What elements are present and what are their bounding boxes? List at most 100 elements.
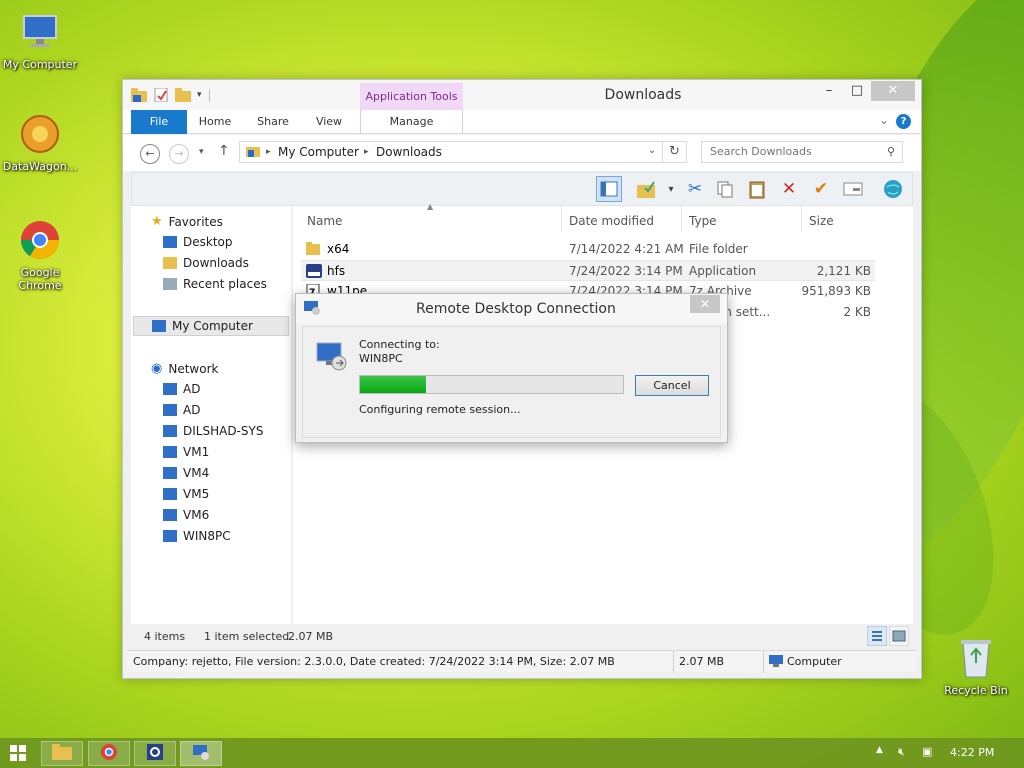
forward-button[interactable]: → — [169, 144, 189, 164]
nav-favorites[interactable]: ★ Favorites — [151, 214, 223, 229]
address-dropdown-icon[interactable]: ⌄ — [648, 145, 656, 156]
desktop-icon-chrome[interactable]: Google Chrome — [0, 218, 80, 292]
properties-pane-icon[interactable] — [840, 176, 866, 202]
quick-access-toolbar: ▾ | — [131, 87, 212, 103]
column-header-date[interactable]: Date modified — [569, 214, 654, 228]
network-computer-icon — [163, 446, 177, 458]
large-icons-view-icon[interactable] — [889, 626, 909, 646]
qat-dropdown-icon[interactable]: ▾ — [197, 90, 202, 100]
tab-view[interactable]: View — [303, 110, 355, 134]
details-view-icon[interactable] — [867, 626, 887, 646]
item-count: 4 items — [144, 630, 186, 643]
column-divider[interactable] — [681, 206, 682, 232]
nav-network-win8pc[interactable]: WIN8PC — [163, 529, 231, 543]
dialog-titlebar[interactable]: Remote Desktop Connection ✕ — [296, 294, 727, 324]
expand-ribbon-icon[interactable]: ⌄ — [879, 113, 889, 127]
dialog-close-button[interactable]: ✕ — [690, 295, 720, 313]
desktop-icon-my-computer[interactable]: My Computer — [0, 10, 80, 71]
cancel-button[interactable]: Cancel — [635, 375, 709, 396]
hfs-app-icon — [306, 264, 322, 278]
taskbar: ▲ 🔇︎ ▣ 4:22 PM — [0, 738, 1024, 768]
network-icon: ◉ — [151, 361, 163, 376]
preview-pane-icon[interactable] — [596, 176, 622, 202]
close-button[interactable]: ✕ — [871, 81, 915, 101]
delete-icon[interactable]: ✕ — [776, 176, 802, 202]
connecting-label: Connecting to: — [359, 338, 440, 351]
back-button[interactable]: ← — [140, 144, 160, 164]
nav-desktop[interactable]: Desktop — [163, 235, 233, 249]
details-size: 2.07 MB — [679, 655, 725, 668]
remote-desktop-dialog: Remote Desktop Connection ✕ Connecting t… — [295, 293, 728, 443]
tab-manage[interactable]: Manage — [360, 110, 463, 134]
network-computer-icon — [163, 467, 177, 479]
tab-home[interactable]: Home — [189, 110, 241, 134]
windows-start-icon[interactable] — [10, 745, 26, 764]
network-computer-icon — [163, 425, 177, 437]
remote-host-name: WIN8PC — [359, 352, 403, 365]
dialog-body: Connecting to: WIN8PC Cancel Configuring… — [302, 326, 721, 438]
datawagon-logo-icon — [18, 112, 62, 156]
file-row-x64[interactable]: x64 7/14/2022 4:21 AM File folder — [301, 239, 875, 260]
recent-locations-icon[interactable]: ▾ — [199, 147, 204, 157]
copy-icon[interactable] — [712, 176, 738, 202]
minimize-button[interactable]: – — [815, 81, 843, 101]
new-folder-icon[interactable] — [175, 88, 191, 102]
help-icon[interactable]: ? — [896, 114, 911, 129]
taskbar-chrome[interactable] — [88, 741, 130, 766]
network-status-icon[interactable]: ▣ — [922, 745, 932, 758]
file-row-hfs[interactable]: hfs 7/24/2022 3:14 PM Application 2,121 … — [301, 260, 875, 281]
command-toolbar: ▾ ✂ ✕ ✔ — [131, 172, 913, 206]
search-icon[interactable]: ⚲ — [887, 145, 895, 158]
volume-muted-icon[interactable]: 🔇︎ — [898, 745, 905, 759]
nav-my-computer[interactable]: My Computer — [133, 316, 289, 336]
nav-network-vm5[interactable]: VM5 — [163, 487, 209, 501]
desktop-icon-recycle-bin[interactable]: Recycle Bin — [936, 636, 1016, 697]
breadcrumb-downloads[interactable]: Downloads — [376, 145, 442, 159]
refresh-button[interactable]: ↻ — [663, 141, 687, 163]
taskbar-control-panel[interactable] — [134, 741, 176, 766]
nav-network-ad[interactable]: AD — [163, 382, 200, 396]
details-location: Computer — [787, 655, 842, 668]
downloads-icon — [163, 257, 177, 269]
taskbar-remote-desktop[interactable] — [180, 741, 222, 766]
show-hidden-icons-icon[interactable]: ▲ — [876, 745, 883, 755]
rename-check-icon[interactable]: ✔ — [808, 176, 834, 202]
nav-network-vm4[interactable]: VM4 — [163, 466, 209, 480]
select-folder-icon[interactable] — [634, 176, 660, 202]
taskbar-file-explorer[interactable] — [41, 741, 83, 766]
breadcrumb-my-computer[interactable]: My Computer — [278, 145, 359, 159]
qat-separator: | — [207, 88, 212, 102]
nav-recent-places[interactable]: Recent places — [163, 277, 267, 291]
column-divider[interactable] — [561, 206, 562, 232]
nav-network-ad-2[interactable]: AD — [163, 403, 200, 417]
select-dropdown-icon[interactable]: ▾ — [658, 176, 684, 202]
nav-downloads[interactable]: Downloads — [163, 256, 249, 270]
search-box[interactable]: ⚲ — [701, 141, 903, 163]
tab-file[interactable]: File — [131, 110, 187, 134]
paste-icon[interactable] — [744, 176, 770, 202]
up-button[interactable]: ↑ — [218, 143, 230, 159]
maximize-button[interactable]: □ — [843, 81, 871, 101]
cut-icon[interactable]: ✂ — [682, 176, 708, 202]
nav-network[interactable]: ◉ Network — [151, 361, 218, 376]
column-header-size[interactable]: Size — [809, 214, 834, 228]
address-bar[interactable]: ▸ My Computer ▸ Downloads ⌄ — [239, 141, 663, 163]
breadcrumb-chevron-icon: ▸ — [364, 147, 369, 157]
column-header-type[interactable]: Type — [689, 214, 717, 228]
nav-network-vm6[interactable]: VM6 — [163, 508, 209, 522]
nav-network-vm1[interactable]: VM1 — [163, 445, 209, 459]
search-input[interactable] — [710, 145, 870, 158]
properties-icon[interactable] — [153, 87, 169, 103]
computer-icon — [769, 655, 783, 670]
window-titlebar[interactable]: ▾ | Application Tools Downloads – □ ✕ — [123, 80, 921, 110]
status-bar: 4 items 1 item selected 2.07 MB — [131, 628, 913, 646]
column-header-name[interactable]: Name — [307, 214, 342, 228]
desktop-icon-datawagon[interactable]: DataWagon... — [0, 112, 80, 173]
taskbar-clock[interactable]: 4:22 PM — [950, 746, 994, 759]
column-divider[interactable] — [801, 206, 802, 232]
globe-icon[interactable] — [880, 176, 906, 202]
nav-network-dilshad-sys[interactable]: DILSHAD-SYS — [163, 424, 263, 438]
sort-arrow-icon: ▲ — [427, 202, 434, 211]
desktop-icon-label: Recycle Bin — [944, 684, 1008, 697]
tab-share[interactable]: Share — [247, 110, 299, 134]
